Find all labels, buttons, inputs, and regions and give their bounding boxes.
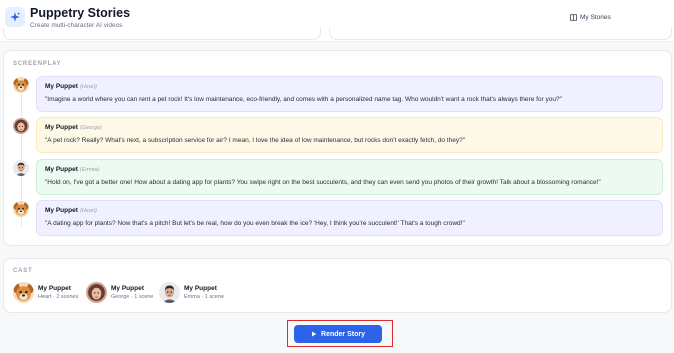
dialogue-line[interactable]: My Puppet (Heart) "Imagine a world where …	[36, 76, 663, 112]
avatar-dog	[13, 201, 29, 217]
speaker-name: My Puppet	[45, 166, 78, 173]
dialogue-line[interactable]: My Puppet (George) "A pet rock? Really? W…	[36, 117, 663, 153]
speaker-name: My Puppet	[45, 83, 78, 90]
play-icon	[312, 331, 317, 337]
dialogue-text: "Imagine a world where you can rent a pe…	[45, 96, 562, 103]
cast-member-name: My Puppet	[38, 285, 71, 292]
sparkles-icon	[5, 7, 25, 27]
my-stories-button[interactable]: My Stories	[570, 14, 611, 21]
speaker-voice: (George)	[79, 125, 102, 131]
speaker-voice: (Heart)	[79, 84, 97, 90]
story-preview-card	[329, 28, 672, 40]
avatar-woman	[86, 282, 107, 303]
cast-member-name: My Puppet	[184, 285, 217, 292]
avatar-woman	[13, 118, 29, 134]
cast-member-meta: Emma · 1 scene	[184, 294, 225, 300]
story-settings-card	[3, 28, 321, 40]
dialogue-line[interactable]: My Puppet (Heart) "A dating app for plant…	[36, 200, 663, 236]
avatar-dog	[13, 77, 29, 93]
speaker-name: My Puppet	[45, 124, 78, 131]
dialogue-text: "A dating app for plants? Now that's a p…	[45, 220, 465, 227]
dialogue-line[interactable]: My Puppet (Emma) "Hold on, I've got a bet…	[36, 159, 663, 195]
cast-label: CAST	[13, 268, 33, 274]
speaker-voice: (Heart)	[79, 208, 97, 214]
render-story-label: Render Story	[321, 330, 365, 338]
my-stories-label: My Stories	[580, 14, 611, 21]
avatar-man	[159, 282, 180, 303]
cast-member-meta: George · 1 scene	[111, 294, 154, 300]
dialogue-text: "A pet rock? Really? What's next, a subs…	[45, 137, 466, 144]
avatar-dog	[13, 282, 34, 303]
dialogue-text: "Hold on, I've got a better one! How abo…	[45, 179, 601, 186]
avatar-man	[13, 160, 29, 176]
speaker-name: My Puppet	[45, 207, 78, 214]
cast-member-meta: Heart · 2 scenes	[38, 294, 79, 300]
render-story-button[interactable]: Render Story	[294, 325, 382, 343]
app-title: Puppetry Stories	[30, 6, 131, 20]
book-icon	[570, 14, 577, 21]
cast-member-name: My Puppet	[111, 285, 144, 292]
speaker-voice: (Emma)	[79, 167, 100, 173]
screenplay-label: SCREENPLAY	[13, 61, 62, 67]
